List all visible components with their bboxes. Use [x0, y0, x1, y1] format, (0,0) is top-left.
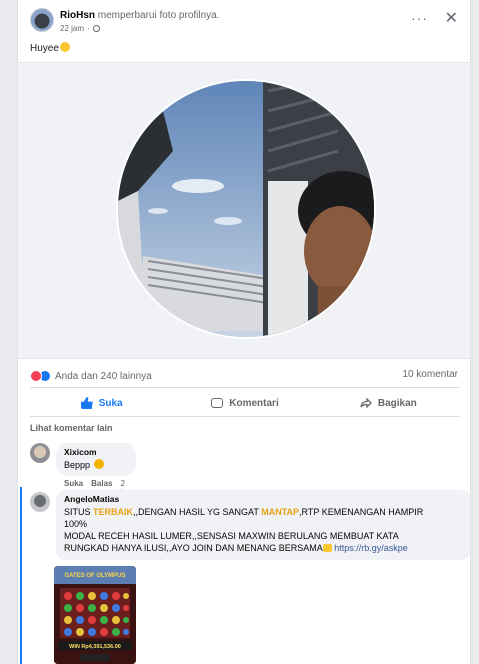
comment-text-part: ,RTP KEMENANGAN HAMPIR	[299, 507, 424, 517]
post-meta: 22 jam ·	[60, 24, 100, 33]
share-button[interactable]: Bagikan	[317, 391, 460, 415]
close-button[interactable]: ✕	[445, 8, 458, 28]
image-title-text: GATES OF OLYMPUS	[64, 573, 125, 579]
post-caption: Huyee	[30, 42, 70, 54]
like-button[interactable]: Suka	[30, 391, 173, 415]
post-author-line: RioHsn memperbarui foto profilnya.	[60, 10, 220, 21]
divider	[30, 387, 460, 388]
comment-bubble: AngeloMatias SITUS TERBAIK,,DENGAN HASIL…	[56, 490, 470, 560]
comment-bubble: Xixicom Beppp	[56, 443, 136, 476]
commenter-avatar[interactable]	[30, 492, 50, 512]
comment-text-part: SITUS	[64, 507, 94, 517]
post-time[interactable]: 22 jam	[60, 24, 84, 33]
author-avatar[interactable]	[30, 8, 54, 32]
photo-area[interactable]	[18, 62, 470, 359]
commenter-avatar[interactable]	[30, 443, 50, 463]
ellipsis-icon: ···	[411, 10, 428, 26]
grin-emoji-icon	[93, 459, 104, 469]
comment-text-row: Beppp	[64, 459, 128, 471]
thumbs-up-icon	[80, 397, 93, 409]
comment-link[interactable]: https://rb.gy/askpe	[334, 543, 408, 553]
love-reaction-icon	[30, 370, 42, 382]
more-options-button[interactable]: ···	[411, 10, 428, 26]
post-card: RioHsn memperbarui foto profilnya. 22 ja…	[17, 0, 471, 664]
share-icon	[360, 398, 372, 408]
comment-count[interactable]: 10 komentar	[402, 369, 458, 380]
comment-label: Komentari	[229, 397, 279, 409]
comment-line-2: 100%	[64, 519, 88, 529]
comment-attached-image[interactable]: GATES OF OLYMPUS WIN Rp4,391,536.00	[54, 566, 136, 664]
comment-line-1: SITUS TERBAIK,,DENGAN HASIL YG SANGAT MA…	[64, 506, 463, 518]
comment-line-3: MODAL RECEH HASIL LUMER,,SENSASI MAXWIN …	[64, 531, 399, 541]
reactions-text[interactable]: Anda dan 240 lainnya	[55, 371, 152, 382]
pointing-finger-icon	[322, 544, 332, 552]
image-win-text: WIN Rp4,391,536.00	[69, 644, 121, 650]
comment-line-4: RUNGKAD HANYA ILUSI,,AYO JOIN DAN MENANG…	[64, 542, 463, 554]
post-actions: Suka Komentari Bagikan	[30, 391, 460, 415]
profile-photo[interactable]	[116, 79, 376, 339]
globe-icon	[92, 25, 100, 32]
comment-text-part: RUNGKAD HANYA ILUSI,,AYO JOIN DAN MENANG…	[64, 543, 323, 553]
comment-text-part: ,,DENGAN HASIL YG SANGAT	[133, 507, 262, 517]
divider	[30, 416, 460, 417]
see-more-comments-link[interactable]: Lihat komentar lain	[30, 423, 113, 433]
post-action-text: memperbarui foto profilnya.	[97, 10, 220, 21]
comment-text: Beppp	[64, 460, 91, 470]
commenter-name[interactable]: Xixicom	[64, 447, 128, 457]
thread-highlight-line	[20, 487, 22, 664]
comment-icon	[211, 398, 224, 408]
smile-emoji-icon	[59, 42, 70, 52]
caption-text: Huyee	[30, 43, 59, 54]
post-header: RioHsn memperbarui foto profilnya. 22 ja…	[30, 8, 460, 36]
close-icon: ✕	[444, 10, 458, 27]
reactions-summary[interactable]: Anda dan 240 lainnya	[30, 369, 152, 383]
like-label: Suka	[98, 397, 123, 409]
meta-separator: ·	[87, 24, 90, 33]
comment-highlight: MANTAP	[261, 507, 300, 517]
comment-highlight: TERBAIK	[93, 507, 134, 517]
comment-button[interactable]: Komentari	[173, 391, 316, 415]
profile-photo-image	[118, 81, 374, 337]
slot-game-image: GATES OF OLYMPUS WIN Rp4,391,536.00	[54, 566, 136, 664]
commenter-name[interactable]: AngeloMatias	[64, 494, 463, 504]
author-name[interactable]: RioHsn	[60, 10, 95, 21]
share-label: Bagikan	[377, 397, 417, 409]
